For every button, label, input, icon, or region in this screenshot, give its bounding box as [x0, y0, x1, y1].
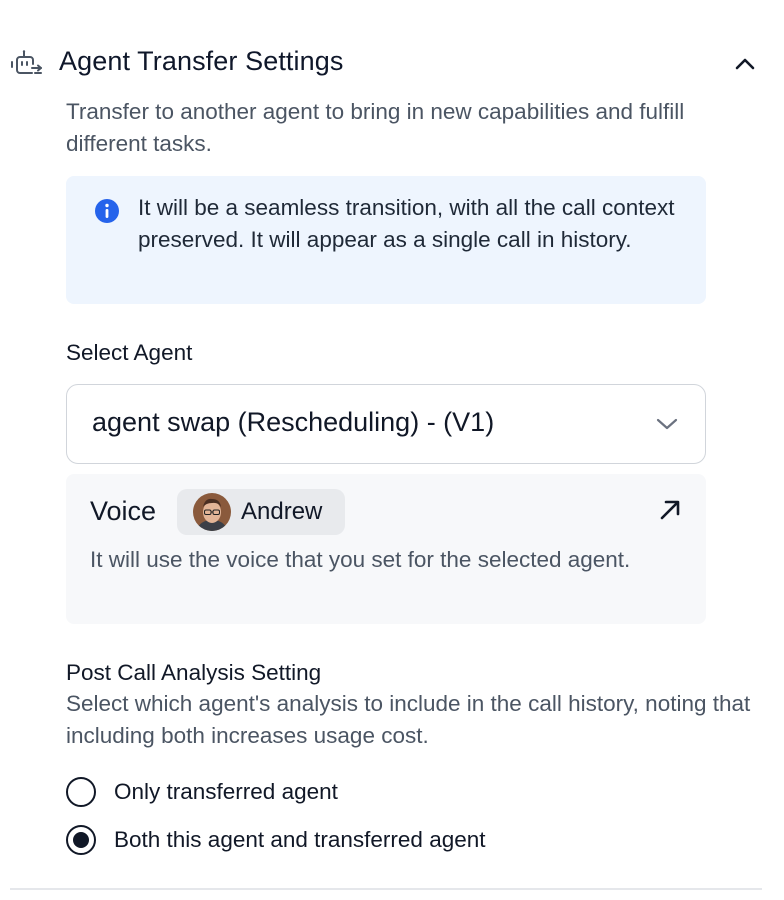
- info-text: It will be a seamless transition, with a…: [138, 195, 675, 252]
- radio-label-only-transferred[interactable]: Only transferred agent: [114, 779, 338, 805]
- voice-name: Andrew: [241, 498, 323, 525]
- section-description: Transfer to another agent to bring in ne…: [66, 99, 685, 156]
- chevron-up-icon[interactable]: [731, 52, 759, 76]
- radio-only-transferred[interactable]: [66, 777, 96, 807]
- radio-both-agents[interactable]: [66, 825, 96, 855]
- voice-label: Voice: [90, 496, 157, 526]
- post-call-description: Select which agent's analysis to include…: [66, 691, 751, 748]
- agent-select[interactable]: agent swap (Rescheduling) - (V1): [66, 384, 706, 464]
- info-callout: It will be a seamless transition, with a…: [66, 176, 706, 304]
- avatar: [193, 493, 231, 531]
- divider: [10, 888, 762, 890]
- section-title: Agent Transfer Settings: [59, 46, 344, 76]
- agent-select-value: agent swap (Rescheduling) - (V1): [92, 407, 495, 437]
- select-agent-label: Select Agent: [66, 340, 193, 365]
- voice-card: Voice Andrew It will use the voice that …: [66, 474, 706, 624]
- arrow-up-right-icon[interactable]: [656, 496, 684, 524]
- voice-chip[interactable]: Andrew: [177, 489, 345, 535]
- post-call-title: Post Call Analysis Setting: [66, 660, 322, 685]
- info-icon: [94, 198, 120, 224]
- bot-transfer-icon: [10, 48, 44, 80]
- voice-note: It will use the voice that you set for t…: [90, 547, 631, 572]
- chevron-down-icon: [655, 414, 679, 434]
- radio-label-both-agents[interactable]: Both this agent and transferred agent: [114, 827, 486, 853]
